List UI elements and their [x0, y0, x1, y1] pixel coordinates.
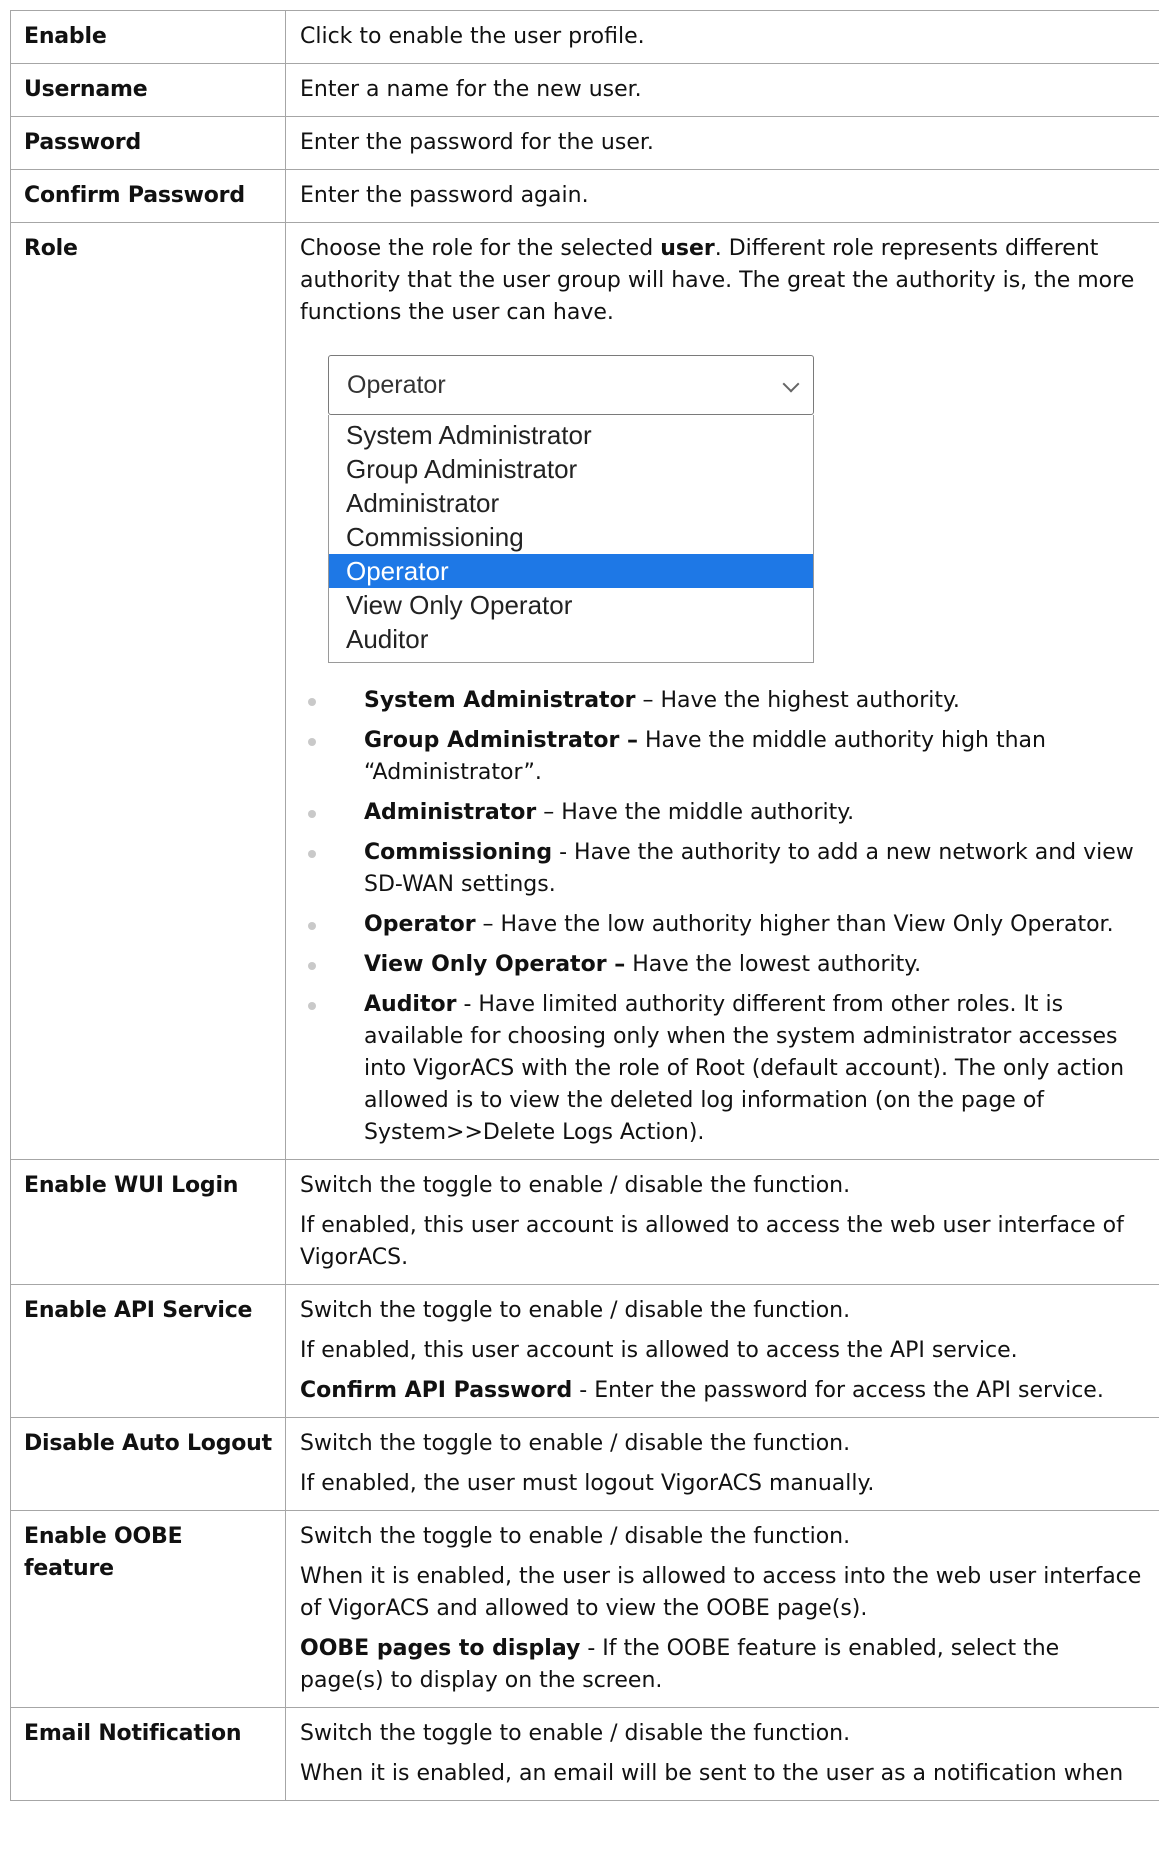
role-list: System Administrator – Have the highest … [300, 685, 1145, 1149]
field-label: Enable OOBE feature [10, 1510, 286, 1708]
list-item: Administrator – Have the middle authorit… [300, 797, 1145, 829]
field-description: Switch the toggle to enable / disable th… [285, 1707, 1159, 1801]
field-label: Confirm Password [10, 169, 286, 223]
list-item: Commissioning - Have the authority to ad… [300, 837, 1145, 901]
role-select[interactable]: Operator System Administrator Group Admi… [328, 355, 814, 663]
field-label: Disable Auto Logout [10, 1417, 286, 1511]
field-label: Enable API Service [10, 1284, 286, 1418]
role-option[interactable]: System Administrator [329, 418, 813, 452]
field-description: Choose the role for the selected user. D… [285, 222, 1159, 1160]
sub-field-description: OOBE pages to display - If the OOBE feat… [300, 1636, 1060, 1693]
table-row: Disable Auto Logout Switch the toggle to… [10, 1417, 1159, 1511]
bullet-icon [308, 1002, 316, 1010]
field-description: Enter a name for the new user. [285, 63, 1159, 117]
table-row: Username Enter a name for the new user. [10, 63, 1159, 117]
field-description: Enter the password again. [285, 169, 1159, 223]
table-row: Role Choose the role for the selected us… [10, 222, 1159, 1160]
role-options-list: System Administrator Group Administrator… [328, 415, 814, 663]
field-description: Switch the toggle to enable / disable th… [285, 1510, 1159, 1708]
list-item: Auditor - Have limited authority differe… [300, 989, 1145, 1149]
table-row: Enable OOBE feature Switch the toggle to… [10, 1510, 1159, 1708]
table-row: Enable API Service Switch the toggle to … [10, 1284, 1159, 1418]
list-item: System Administrator – Have the highest … [300, 685, 1145, 717]
field-label: Role [10, 222, 286, 1160]
field-description: Switch the toggle to enable / disable th… [285, 1284, 1159, 1418]
field-label: Email Notification [10, 1707, 286, 1801]
table-row: Email Notification Switch the toggle to … [10, 1707, 1159, 1801]
field-description: Click to enable the user profile. [285, 10, 1159, 64]
table-row: Password Enter the password for the user… [10, 116, 1159, 170]
field-label: Enable WUI Login [10, 1159, 286, 1285]
bullet-icon [308, 962, 316, 970]
bullet-icon [308, 922, 316, 930]
field-label: Enable [10, 10, 286, 64]
bullet-icon [308, 738, 316, 746]
field-description: Enter the password for the user. [285, 116, 1159, 170]
role-option[interactable]: Auditor [329, 622, 813, 656]
chevron-down-icon[interactable] [782, 375, 800, 393]
list-item: View Only Operator – Have the lowest aut… [300, 949, 1145, 981]
table-row: Confirm Password Enter the password agai… [10, 169, 1159, 223]
role-select-value: Operator [347, 371, 446, 399]
sub-field-description: Confirm API Password - Enter the passwor… [300, 1378, 1104, 1403]
field-label: Username [10, 63, 286, 117]
list-item: Group Administrator – Have the middle au… [300, 725, 1145, 789]
table-row: Enable WUI Login Switch the toggle to en… [10, 1159, 1159, 1285]
field-description: Switch the toggle to enable / disable th… [285, 1159, 1159, 1285]
bullet-icon [308, 850, 316, 858]
role-option[interactable]: Administrator [329, 486, 813, 520]
list-item: Operator – Have the low authority higher… [300, 909, 1145, 941]
field-description-table: Enable Click to enable the user profile.… [10, 10, 1159, 1801]
role-intro: Choose the role for the selected user. D… [300, 236, 1135, 325]
bullet-icon [308, 698, 316, 706]
role-option-selected[interactable]: Operator [329, 554, 813, 588]
field-description: Switch the toggle to enable / disable th… [285, 1417, 1159, 1511]
role-select-box[interactable]: Operator [328, 355, 814, 415]
table-row: Enable Click to enable the user profile. [10, 10, 1159, 64]
role-option[interactable]: Commissioning [329, 520, 813, 554]
role-option[interactable]: View Only Operator [329, 588, 813, 622]
field-label: Password [10, 116, 286, 170]
role-option[interactable]: Group Administrator [329, 452, 813, 486]
bullet-icon [308, 810, 316, 818]
